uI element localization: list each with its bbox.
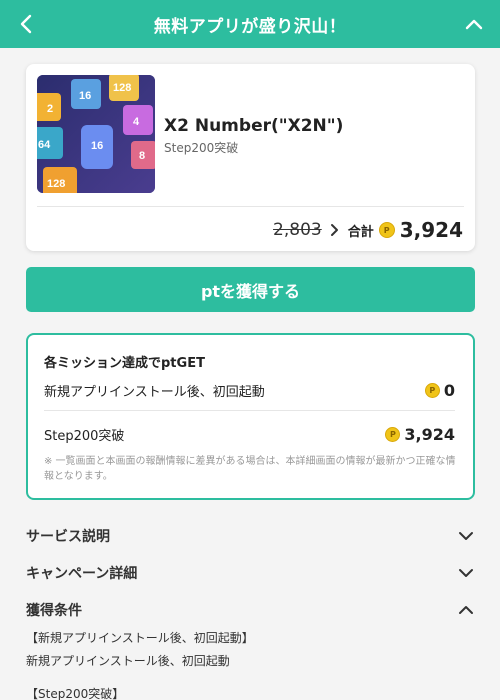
point-coin-icon: P bbox=[378, 222, 395, 238]
mission-row: Step200突破 P 3,924 bbox=[44, 423, 455, 445]
header-bar: 無料アプリが盛り沢山！ bbox=[0, 0, 500, 48]
chevron-left-icon bbox=[20, 14, 32, 34]
mission-label: Step200突破 bbox=[44, 428, 125, 444]
section-service-description[interactable]: サービス説明 bbox=[26, 524, 475, 548]
total-value: 3,924 bbox=[399, 218, 463, 242]
app-card[interactable]: 2 16 128 64 16 4 8 128 X2 Number("X2N") … bbox=[26, 64, 475, 251]
icon-tile-text: 16 bbox=[91, 140, 103, 152]
chevron-down-icon bbox=[457, 564, 475, 582]
mission-label: 新規アプリインストール後、初回起動 bbox=[44, 384, 265, 400]
section-acquisition-conditions[interactable]: 獲得条件 bbox=[26, 598, 475, 622]
condition-text: 新規アプリインストール後、初回起動 bbox=[26, 654, 230, 668]
condition-heading: 【Step200突破】 bbox=[26, 687, 125, 700]
collapse-header-button[interactable] bbox=[460, 10, 488, 38]
chevron-up-icon bbox=[457, 601, 475, 619]
price-row: 2,803 合計 P 3,924 bbox=[273, 214, 463, 246]
mission-box: 各ミッション達成でptGET 新規アプリインストール後、初回起動 P 0 Ste… bbox=[26, 333, 475, 500]
chevron-up-icon bbox=[465, 19, 483, 30]
icon-tile-text: 16 bbox=[79, 90, 91, 102]
icon-tile-text: 4 bbox=[133, 116, 140, 128]
old-price: 2,803 bbox=[273, 220, 322, 240]
mission-row: 新規アプリインストール後、初回起動 P 0 bbox=[44, 379, 455, 401]
app-name: X2 Number("X2N") bbox=[164, 116, 344, 136]
get-points-button[interactable]: ptを獲得する bbox=[26, 267, 475, 312]
icon-tile-text: 2 bbox=[47, 103, 53, 115]
section-campaign-details[interactable]: キャンペーン詳細 bbox=[26, 561, 475, 585]
app-icon: 2 16 128 64 16 4 8 128 bbox=[37, 75, 155, 193]
mission-note: ※ 一覧画面と本画面の報酬情報に差異がある場合は、本詳細画面の情報が最新かつ正確… bbox=[44, 456, 456, 482]
icon-tile-text: 128 bbox=[47, 178, 65, 190]
mission-value: 3,924 bbox=[404, 424, 455, 444]
total-label: 合計 bbox=[347, 224, 374, 240]
section-label: 獲得条件 bbox=[26, 603, 82, 619]
page-title: 無料アプリが盛り沢山！ bbox=[153, 16, 347, 37]
icon-tile-text: 64 bbox=[38, 139, 51, 151]
condition-heading: 【新規アプリインストール後、初回起動】 bbox=[26, 631, 254, 645]
divider bbox=[44, 410, 455, 411]
divider bbox=[37, 206, 464, 207]
back-button[interactable] bbox=[14, 10, 38, 38]
mission-value: 0 bbox=[443, 380, 455, 400]
chevron-right-icon bbox=[330, 223, 339, 237]
icon-tile-text: 128 bbox=[113, 82, 131, 94]
app-subtitle: Step200突破 bbox=[164, 141, 239, 155]
point-coin-icon: P bbox=[424, 382, 440, 398]
chevron-down-icon bbox=[457, 527, 475, 545]
section-label: キャンペーン詳細 bbox=[26, 566, 138, 582]
icon-tile-text: 8 bbox=[139, 150, 145, 162]
section-label: サービス説明 bbox=[26, 529, 110, 545]
mission-title: 各ミッション達成でptGET bbox=[44, 356, 205, 371]
point-coin-icon: P bbox=[385, 426, 401, 442]
